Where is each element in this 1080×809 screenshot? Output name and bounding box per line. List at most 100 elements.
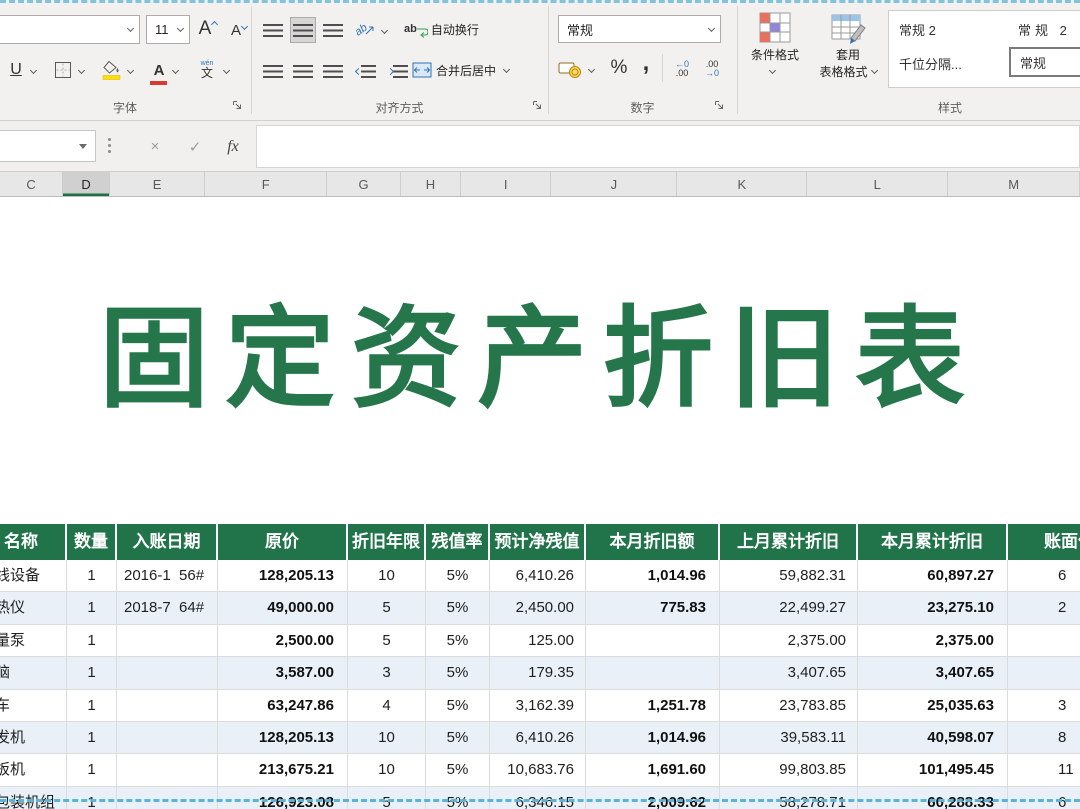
cell-asset-name[interactable]: 包装机组 bbox=[0, 787, 67, 809]
cell-quantity[interactable]: 1 bbox=[67, 754, 117, 786]
cell-original-price[interactable]: 128,205.13 bbox=[218, 560, 348, 592]
cell-book-value[interactable]: 6 bbox=[1008, 787, 1080, 809]
number-format-combo[interactable]: 常规 bbox=[558, 15, 721, 43]
cell-prev-accumulated[interactable]: 2,375.00 bbox=[720, 625, 858, 657]
cell-net-residual[interactable]: 10,683.76 bbox=[490, 754, 586, 786]
cell-curr-accumulated[interactable]: 60,288.33 bbox=[858, 787, 1008, 809]
column-header-K[interactable]: K bbox=[677, 172, 807, 196]
cell-net-residual[interactable]: 179.35 bbox=[490, 657, 586, 689]
cell-month-depreciation[interactable]: 1,691.60 bbox=[586, 754, 720, 786]
cell-prev-accumulated[interactable]: 39,583.11 bbox=[720, 722, 858, 754]
cell-entry-date[interactable] bbox=[117, 625, 218, 657]
cell-prev-accumulated[interactable]: 22,499.27 bbox=[720, 592, 858, 624]
sheet-title[interactable]: 固定资产折旧表 bbox=[0, 287, 1080, 432]
column-header-E[interactable]: E bbox=[110, 172, 205, 196]
cell-residual-rate[interactable]: 5% bbox=[426, 560, 490, 592]
cell-original-price[interactable]: 2,500.00 bbox=[218, 625, 348, 657]
cell-years[interactable]: 10 bbox=[348, 754, 426, 786]
cell-curr-accumulated[interactable]: 23,275.10 bbox=[858, 592, 1008, 624]
decrease-indent-button[interactable] bbox=[352, 58, 379, 84]
cell-net-residual[interactable]: 125.00 bbox=[490, 625, 586, 657]
wrap-text-button[interactable]: ab 自动换行 bbox=[404, 14, 520, 44]
cell-quantity[interactable]: 1 bbox=[67, 657, 117, 689]
cell-book-value[interactable]: 6 bbox=[1008, 560, 1080, 592]
column-header-C[interactable]: C bbox=[0, 172, 63, 196]
cell-month-depreciation[interactable]: 1,014.96 bbox=[586, 560, 720, 592]
cell-entry-date[interactable] bbox=[117, 754, 218, 786]
align-bottom-button[interactable] bbox=[320, 17, 346, 43]
cell-prev-accumulated[interactable]: 58,278.71 bbox=[720, 787, 858, 809]
cell-prev-accumulated[interactable]: 23,783.85 bbox=[720, 690, 858, 722]
cell-years[interactable]: 5 bbox=[348, 787, 426, 809]
insert-function-button[interactable]: fx bbox=[218, 132, 248, 161]
cell-month-depreciation[interactable]: 1,251.78 bbox=[586, 690, 720, 722]
cell-curr-accumulated[interactable]: 60,897.27 bbox=[858, 560, 1008, 592]
column-header-J[interactable]: J bbox=[551, 172, 677, 196]
cell-book-value[interactable]: 8 bbox=[1008, 722, 1080, 754]
align-middle-button[interactable] bbox=[290, 17, 316, 43]
drag-handle-icon[interactable] bbox=[108, 144, 111, 147]
cell-years[interactable]: 3 bbox=[348, 657, 426, 689]
cell-original-price[interactable]: 126,923.08 bbox=[218, 787, 348, 809]
cell-quantity[interactable]: 1 bbox=[67, 787, 117, 809]
font-size-combo[interactable]: 11 bbox=[146, 15, 190, 44]
cell-quantity[interactable]: 1 bbox=[67, 690, 117, 722]
cell-net-residual[interactable]: 3,162.39 bbox=[490, 690, 586, 722]
align-left-button[interactable] bbox=[260, 58, 286, 84]
cell-net-residual[interactable]: 6,346.15 bbox=[490, 787, 586, 809]
header-net-residual[interactable]: 预计净残值 bbox=[490, 524, 586, 560]
cell-residual-rate[interactable]: 5% bbox=[426, 787, 490, 809]
cell-net-residual[interactable]: 2,450.00 bbox=[490, 592, 586, 624]
cell-asset-name[interactable]: 脑 bbox=[0, 657, 67, 689]
header-prev-accumulated[interactable]: 上月累计折旧 bbox=[720, 524, 858, 560]
column-header-H[interactable]: H bbox=[401, 172, 461, 196]
cell-curr-accumulated[interactable]: 2,375.00 bbox=[858, 625, 1008, 657]
increase-indent-button[interactable] bbox=[384, 58, 411, 84]
formula-input[interactable] bbox=[256, 125, 1080, 168]
font-dialog-launcher[interactable] bbox=[230, 98, 244, 112]
cell-entry-date[interactable] bbox=[117, 690, 218, 722]
cell-original-price[interactable]: 49,000.00 bbox=[218, 592, 348, 624]
cell-entry-date[interactable] bbox=[117, 657, 218, 689]
header-original-price[interactable]: 原价 bbox=[218, 524, 348, 560]
cell-original-price[interactable]: 128,205.13 bbox=[218, 722, 348, 754]
column-header-I[interactable]: I bbox=[461, 172, 551, 196]
header-curr-accumulated[interactable]: 本月累计折旧 bbox=[858, 524, 1008, 560]
cell-month-depreciation[interactable]: 775.83 bbox=[586, 592, 720, 624]
cell-asset-name[interactable]: 板机 bbox=[0, 754, 67, 786]
decrease-decimal-button[interactable]: .00 →0 bbox=[698, 55, 726, 83]
cell-asset-name[interactable]: 发机 bbox=[0, 722, 67, 754]
phonetic-guide-button[interactable]: wén 文 bbox=[194, 53, 220, 85]
cell-years[interactable]: 4 bbox=[348, 690, 426, 722]
cell-quantity[interactable]: 1 bbox=[67, 592, 117, 624]
cell-month-depreciation[interactable] bbox=[586, 657, 720, 689]
column-header-F[interactable]: F bbox=[205, 172, 327, 196]
cell-book-value[interactable]: 3 bbox=[1008, 690, 1080, 722]
comma-style-button[interactable]: , bbox=[636, 48, 656, 78]
cell-quantity[interactable]: 1 bbox=[67, 625, 117, 657]
cell-quantity[interactable]: 1 bbox=[67, 560, 117, 592]
align-top-button[interactable] bbox=[260, 17, 286, 43]
column-header-G[interactable]: G bbox=[327, 172, 400, 196]
cell-month-depreciation[interactable] bbox=[586, 625, 720, 657]
cell-residual-rate[interactable]: 5% bbox=[426, 657, 490, 689]
header-asset-name[interactable]: 名称 bbox=[0, 524, 67, 560]
cell-original-price[interactable]: 3,587.00 bbox=[218, 657, 348, 689]
header-book-value[interactable]: 账面价值 bbox=[1008, 524, 1080, 560]
header-residual-rate[interactable]: 残值率 bbox=[426, 524, 490, 560]
cell-residual-rate[interactable]: 5% bbox=[426, 592, 490, 624]
header-quantity[interactable]: 数量 bbox=[67, 524, 117, 560]
increase-decimal-button[interactable]: ←0 .00 bbox=[668, 55, 696, 83]
underline-button[interactable]: U bbox=[4, 55, 28, 85]
borders-button[interactable] bbox=[52, 56, 74, 84]
cell-original-price[interactable]: 213,675.21 bbox=[218, 754, 348, 786]
cell-net-residual[interactable]: 6,410.26 bbox=[490, 560, 586, 592]
cell-years[interactable]: 5 bbox=[348, 625, 426, 657]
style-item-normal-selected[interactable]: 常规 bbox=[1009, 47, 1080, 77]
style-item-normal2-alt[interactable]: 常规 2 bbox=[1018, 20, 1071, 39]
shrink-font-button[interactable]: A bbox=[226, 16, 252, 44]
number-dialog-launcher[interactable] bbox=[712, 98, 726, 112]
name-box[interactable] bbox=[0, 130, 96, 162]
cell-residual-rate[interactable]: 5% bbox=[426, 722, 490, 754]
enter-button[interactable]: ✓ bbox=[180, 132, 210, 161]
